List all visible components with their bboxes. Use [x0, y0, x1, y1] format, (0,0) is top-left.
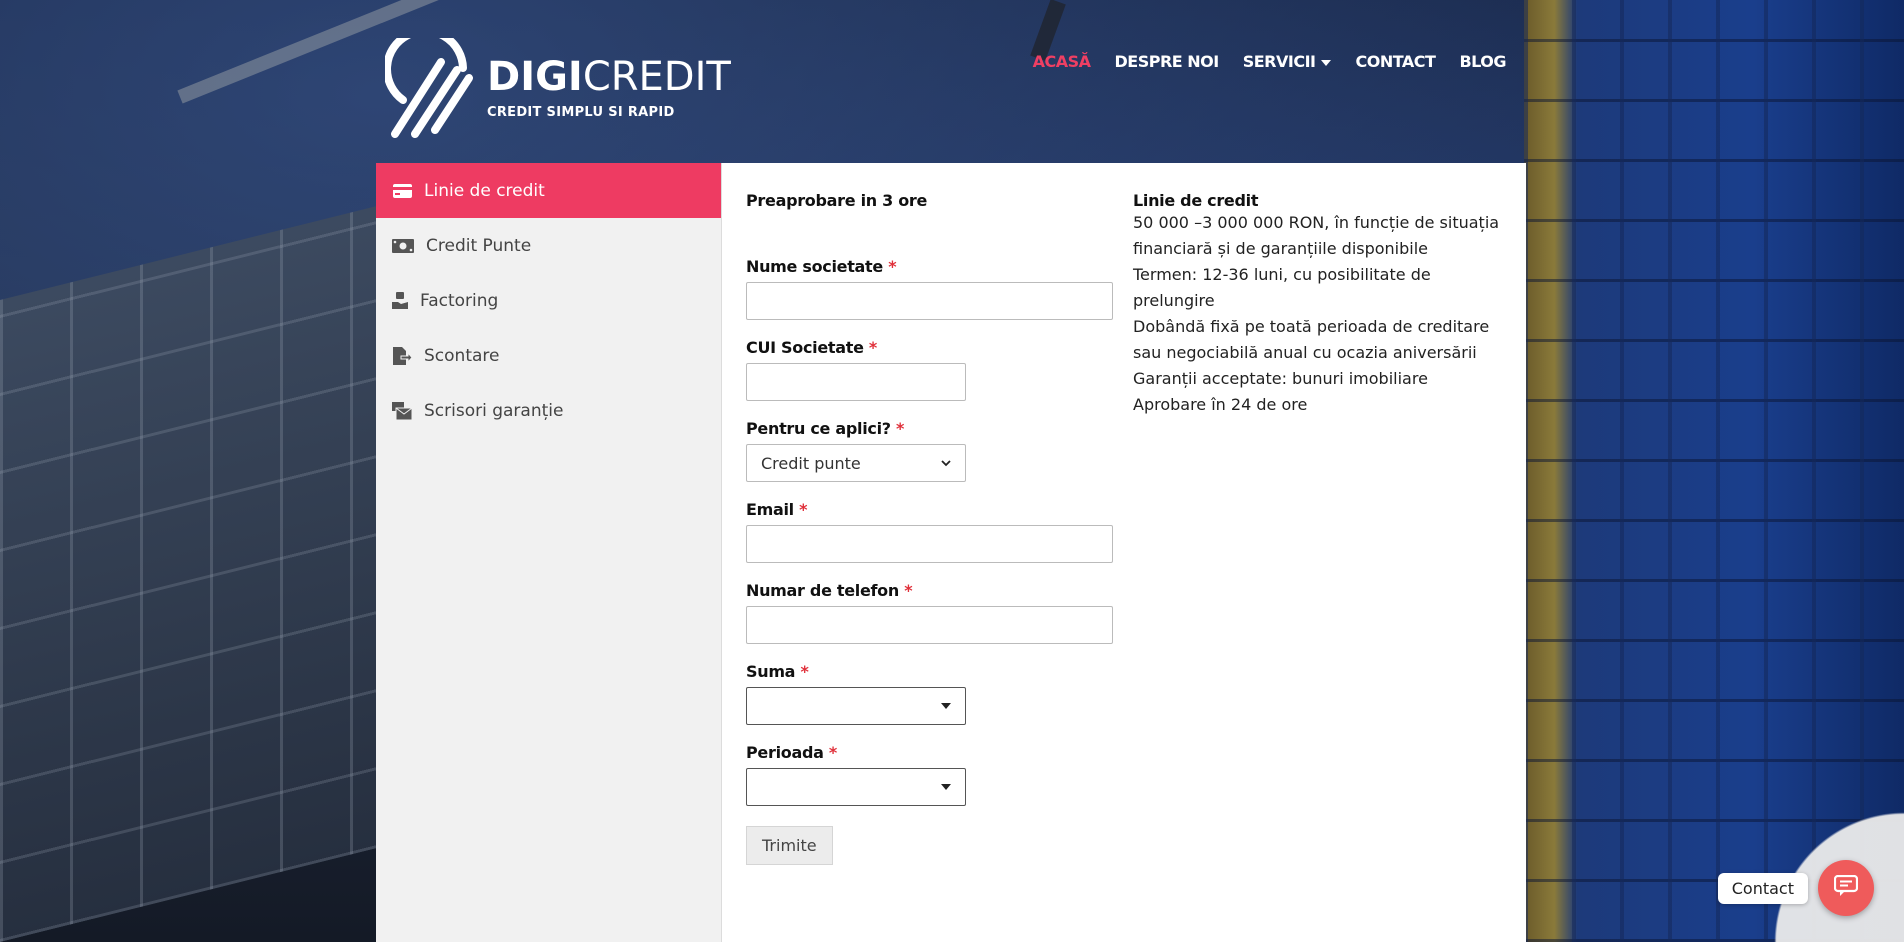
field-label-text: Email [746, 500, 794, 519]
sidebar-item-label: Scrisori garanție [424, 400, 564, 421]
field-label-text: Perioada [746, 743, 824, 762]
product-info: Linie de credit 50 000 –3 000 000 RON, î… [1133, 191, 1513, 418]
sidebar-item-scontare[interactable]: Scontare [376, 328, 721, 383]
field-label-text: Pentru ce aplici? [746, 419, 891, 438]
main-panel: Linie de credit Credit Punte Factoring S… [376, 163, 1526, 942]
nav-item-label: BLOG [1459, 52, 1506, 71]
email-input[interactable] [746, 525, 1113, 563]
product-info-line: prelungire [1133, 291, 1215, 310]
background-building-left [0, 202, 390, 942]
nav-item-contact[interactable]: CONTACT [1355, 52, 1435, 71]
nav-item-despre-noi[interactable]: DESPRE NOI [1114, 52, 1219, 71]
product-info-line: sau negociabilă anual cu ocazia aniversă… [1133, 343, 1477, 362]
form-heading: Preaprobare in 3 ore [746, 191, 928, 210]
contact-widget: Contact [1717, 802, 1904, 942]
credit-card-icon [392, 183, 412, 199]
sidebar-item-label: Linie de credit [424, 180, 545, 201]
product-info-line: Aprobare în 24 de ore [1133, 395, 1308, 414]
nav-item-label: SERVICII [1242, 52, 1316, 71]
mail-bulk-icon [392, 401, 412, 420]
hand-holding-icon [392, 292, 408, 309]
file-export-icon [392, 346, 412, 365]
background-building-right [1524, 0, 1904, 942]
nav-item-servicii[interactable]: SERVICII [1243, 52, 1332, 71]
money-bill-icon [392, 238, 414, 254]
sidebar-item-label: Factoring [420, 290, 499, 311]
field-label: Pentru ce aplici? * [746, 419, 1126, 438]
field-label-text: CUI Societate [746, 338, 864, 357]
nav-item-blog[interactable]: BLOG [1459, 52, 1506, 71]
sidebar-item-factoring[interactable]: Factoring [376, 273, 721, 328]
main-nav: ACASĂ DESPRE NOI SERVICII CONTACT BLOG [1009, 52, 1507, 71]
nav-item-label: ACASĂ [1032, 52, 1091, 71]
logo-mark-icon [383, 27, 475, 138]
sidebar-item-linie-de-credit[interactable]: Linie de credit [376, 163, 721, 218]
brand-name: DIGICREDIT [487, 57, 731, 97]
apply-for-select[interactable]: Credit punte [746, 444, 966, 482]
required-mark: * [828, 743, 837, 762]
field-email: Email * [746, 500, 1126, 563]
required-mark: * [888, 257, 897, 276]
services-sidebar: Linie de credit Credit Punte Factoring S… [376, 163, 722, 942]
cui-input[interactable] [746, 363, 966, 401]
amount-select[interactable] [746, 687, 966, 725]
sidebar-item-credit-punte[interactable]: Credit Punte [376, 218, 721, 273]
phone-input[interactable] [746, 606, 1113, 644]
required-mark: * [868, 338, 877, 357]
field-label-text: Nume societate [746, 257, 883, 276]
chevron-down-icon [1321, 59, 1332, 66]
field-label: Nume societate * [746, 257, 1126, 276]
sidebar-item-scrisori-garantie[interactable]: Scrisori garanție [376, 383, 721, 438]
required-mark: * [800, 662, 809, 681]
field-label: CUI Societate * [746, 338, 1126, 357]
product-info-line: Garanții acceptate: bunuri imobiliare [1133, 369, 1428, 388]
product-info-line: Termen: 12-36 luni, cu posibilitate de [1133, 265, 1431, 284]
period-select[interactable] [746, 768, 966, 806]
sidebar-item-label: Credit Punte [426, 235, 532, 256]
field-period: Perioada * [746, 743, 1126, 806]
brand-tagline: CREDIT SIMPLU SI RAPID [487, 104, 675, 120]
application-form: Preaprobare in 3 ore Nume societate * CU… [746, 191, 1126, 865]
field-amount: Suma * [746, 662, 1126, 725]
field-label-text: Numar de telefon [746, 581, 899, 600]
contact-widget-label[interactable]: Contact [1717, 872, 1808, 904]
chevron-down-icon [941, 456, 951, 470]
field-label: Email * [746, 500, 1126, 519]
caret-down-icon [941, 784, 951, 790]
select-value: Credit punte [761, 453, 861, 473]
logo-text: DIGICREDIT CREDIT SIMPLU SI RAPID [487, 57, 731, 120]
company-name-input[interactable] [746, 282, 1113, 320]
field-phone: Numar de telefon * [746, 581, 1126, 644]
nav-item-acasa[interactable]: ACASĂ [1033, 52, 1091, 71]
field-label: Numar de telefon * [746, 581, 1126, 600]
caret-down-icon [941, 703, 951, 709]
brand-name-light: CREDIT [582, 53, 731, 100]
sidebar-item-label: Scontare [424, 345, 500, 366]
site-logo[interactable]: DIGICREDIT CREDIT SIMPLU SI RAPID [383, 27, 731, 138]
submit-button[interactable]: Trimite [746, 826, 833, 865]
brand-name-bold: DIGI [487, 53, 583, 100]
field-company-name: Nume societate * [746, 257, 1126, 320]
nav-item-label: DESPRE NOI [1114, 52, 1219, 71]
field-label-text: Suma [746, 662, 796, 681]
field-label: Perioada * [746, 743, 1126, 762]
nav-item-label: CONTACT [1355, 52, 1436, 71]
required-mark: * [904, 581, 913, 600]
field-apply-for: Pentru ce aplici? * Credit punte [746, 419, 1126, 482]
field-label: Suma * [746, 662, 1126, 681]
chat-icon [1833, 874, 1859, 901]
field-cui: CUI Societate * [746, 338, 1126, 401]
contact-widget-button[interactable] [1818, 860, 1874, 916]
product-info-line: Dobândă fixă pe toată perioada de credit… [1133, 317, 1490, 336]
product-info-line: 50 000 –3 000 000 RON, în funcție de sit… [1133, 213, 1500, 232]
product-info-line: financiară și de garanțiile disponibile [1133, 239, 1429, 258]
required-mark: * [896, 419, 905, 438]
product-info-title: Linie de credit [1133, 191, 1259, 210]
required-mark: * [799, 500, 808, 519]
